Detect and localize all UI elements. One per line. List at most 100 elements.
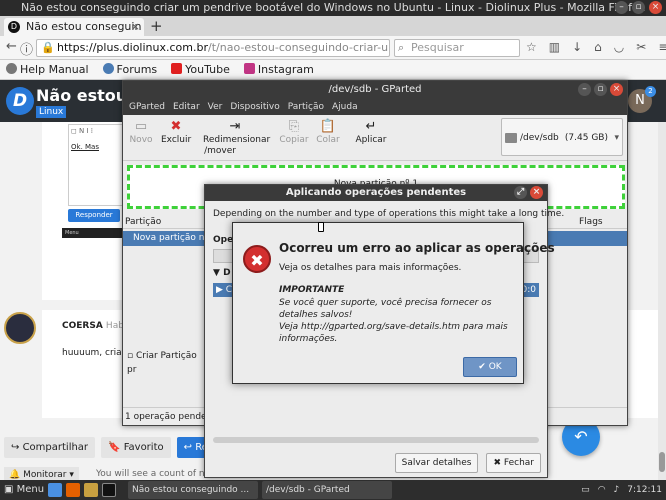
bookmark-help-manual[interactable]: Help Manual xyxy=(6,60,89,79)
operations-label: Ope xyxy=(213,235,234,245)
ok-button[interactable]: ✔ OK xyxy=(463,357,517,377)
share-button[interactable]: ↪ Compartilhar xyxy=(4,437,96,458)
apply-description: Depending on the number and type of oper… xyxy=(213,209,565,219)
menu-ver[interactable]: Ver xyxy=(208,99,223,115)
bookmark-instagram[interactable]: Instagram xyxy=(243,60,314,79)
embedded-editor-screenshot: ◻ N I ⁞ Ok. Mas xyxy=(68,124,124,206)
gparted-close-button[interactable]: × xyxy=(610,83,623,96)
embedded-taskbar-thumb: Menu xyxy=(62,228,122,238)
save-details-button[interactable]: Salvar detalhes xyxy=(394,453,479,473)
error-title: Ocorreu um erro ao aplicar as operações xyxy=(279,241,555,255)
new-button[interactable]: ▭ Novo xyxy=(129,119,153,146)
paste-button[interactable]: 📋 Colar xyxy=(315,119,341,146)
bookmark-button[interactable]: 🔖 Favorito xyxy=(101,437,171,458)
post-author[interactable]: COERSA Hab xyxy=(62,321,124,331)
menu-ajuda[interactable]: Ajuda xyxy=(332,99,358,115)
instagram-icon xyxy=(243,63,255,74)
coersa-avatar[interactable] xyxy=(4,312,36,344)
gparted-toolbar: ▭ Novo ✖ Excluir ⇥ Redimensionar/mover ⎘ Cop… xyxy=(123,115,627,161)
task-gparted[interactable]: /dev/sdb - GParted xyxy=(262,481,392,499)
new-icon: ▭ xyxy=(134,119,148,134)
chevron-down-icon: ▾ xyxy=(614,133,619,143)
gparted-titlebar: /dev/sdb - GParted – ▫ × xyxy=(123,81,627,99)
user-avatar[interactable]: N 2 xyxy=(628,86,656,113)
tab-label: Não estou conseguin xyxy=(26,20,142,33)
download-icon[interactable]: ↓ xyxy=(572,40,582,54)
pending-operation[interactable]: ▫ Criar Partição pr xyxy=(123,349,207,375)
notification-badge: 2 xyxy=(645,86,656,97)
mouse-cursor-icon xyxy=(318,222,324,232)
apply-button[interactable]: ↵ Aplicar xyxy=(355,119,387,146)
scrollbar-thumb[interactable] xyxy=(659,452,665,472)
gparted-maximize-button[interactable]: ▫ xyxy=(594,83,607,96)
gparted-menubar: GParted Editar Ver Dispositivo Partição … xyxy=(123,99,627,115)
copy-button[interactable]: ⎘ Copiar xyxy=(279,119,309,146)
folder-icon[interactable] xyxy=(84,483,98,497)
error-icon: ✖ xyxy=(243,245,271,273)
post-body: huuuum, cria o xyxy=(62,348,131,358)
info-icon[interactable]: ⓘ xyxy=(20,39,33,58)
pocket-icon[interactable]: ◡ xyxy=(614,40,624,54)
home-icon[interactable]: ⌂ xyxy=(594,40,602,54)
new-tab-button[interactable]: + xyxy=(150,17,163,35)
apply-maximize-button[interactable]: ⤢ xyxy=(514,186,527,199)
resize-move-button[interactable]: ⇥ Redimensionar/mover xyxy=(203,119,270,157)
error-subtitle: Veja os detalhes para mais informações. xyxy=(279,263,462,273)
apply-close-button[interactable]: × xyxy=(530,186,543,199)
wifi-icon[interactable]: ◠ xyxy=(598,480,606,500)
files-icon[interactable] xyxy=(48,483,62,497)
screenshot-icon[interactable]: ✂ xyxy=(636,40,646,54)
url-bar[interactable]: 🔒 https://plus.diolinux.com.br/t/nao-est… xyxy=(36,39,390,57)
diolinux-logo[interactable]: D xyxy=(6,87,34,115)
firefox-icon xyxy=(6,63,17,74)
menu-gparted[interactable]: GParted xyxy=(129,99,165,115)
col-flags[interactable]: Flags xyxy=(579,215,603,229)
browser-tab[interactable]: D Não estou conseguin × xyxy=(4,18,144,36)
search-input[interactable]: ⌕ Pesquisar xyxy=(394,39,520,57)
details-scrollbar[interactable] xyxy=(213,437,539,443)
col-partition[interactable]: Partição xyxy=(125,215,161,229)
firefox-launcher-icon[interactable] xyxy=(66,483,80,497)
url-path: /t/nao-estou-conseguindo-criar-um-pen xyxy=(208,41,389,54)
lock-icon: 🔒 xyxy=(41,41,55,54)
menu-icon[interactable]: ≡ xyxy=(658,40,666,54)
close-button[interactable]: × xyxy=(649,1,662,14)
paste-icon: 📋 xyxy=(319,119,337,134)
back-icon[interactable]: ← xyxy=(6,39,17,54)
start-menu-button[interactable]: ▣ Menu xyxy=(4,480,44,500)
taskbar: ▣ Menu Não estou conseguindo ... /dev/sd… xyxy=(0,480,666,500)
device-selector[interactable]: /dev/sdb (7.45 GB) ▾ xyxy=(501,118,623,156)
bookmark-forums[interactable]: Forums xyxy=(102,60,157,79)
editor-text: Ok. Mas xyxy=(71,143,99,151)
menu-particao[interactable]: Partição xyxy=(288,99,324,115)
page-scrollbar[interactable] xyxy=(658,122,666,480)
embedded-reply-button: Responder xyxy=(68,209,120,222)
url-host: https://plus.diolinux.com.br xyxy=(57,41,208,54)
diolinux-favicon-icon: D xyxy=(8,21,20,33)
menu-dispositivo[interactable]: Dispositivo xyxy=(230,99,279,115)
bookmark-star-icon[interactable]: ☆ xyxy=(526,40,537,54)
tab-strip: D Não estou conseguin × + xyxy=(0,16,666,36)
close-dialog-button[interactable]: ✖ Fechar xyxy=(486,453,541,473)
display-icon[interactable]: ▭ xyxy=(581,480,590,500)
task-firefox[interactable]: Não estou conseguindo ... xyxy=(128,481,258,499)
library-icon[interactable]: ▥ xyxy=(549,40,560,54)
search-placeholder: Pesquisar xyxy=(411,41,464,54)
minimize-button[interactable]: – xyxy=(615,1,628,14)
category-badge[interactable]: Linux xyxy=(36,106,67,118)
menu-editar[interactable]: Editar xyxy=(173,99,200,115)
maximize-button[interactable]: ▫ xyxy=(632,1,645,14)
copy-icon: ⎘ xyxy=(288,119,300,134)
search-icon: ⌕ xyxy=(398,41,405,54)
bookmark-youtube[interactable]: YouTube xyxy=(171,60,230,79)
firefox-titlebar: Não estou conseguindo criar um pendrive … xyxy=(0,0,666,16)
gparted-minimize-button[interactable]: – xyxy=(578,83,591,96)
terminal-icon[interactable] xyxy=(102,483,116,497)
resize-icon: ⇥ xyxy=(229,119,241,134)
clock[interactable]: 7:12:11 xyxy=(627,480,662,500)
volume-icon[interactable]: ♪ xyxy=(614,480,620,500)
error-dialog: ✖ Ocorreu um erro ao aplicar as operaçõe… xyxy=(232,222,555,384)
forums-icon xyxy=(102,63,114,74)
delete-button[interactable]: ✖ Excluir xyxy=(161,119,191,146)
tab-close-icon[interactable]: × xyxy=(131,18,140,36)
